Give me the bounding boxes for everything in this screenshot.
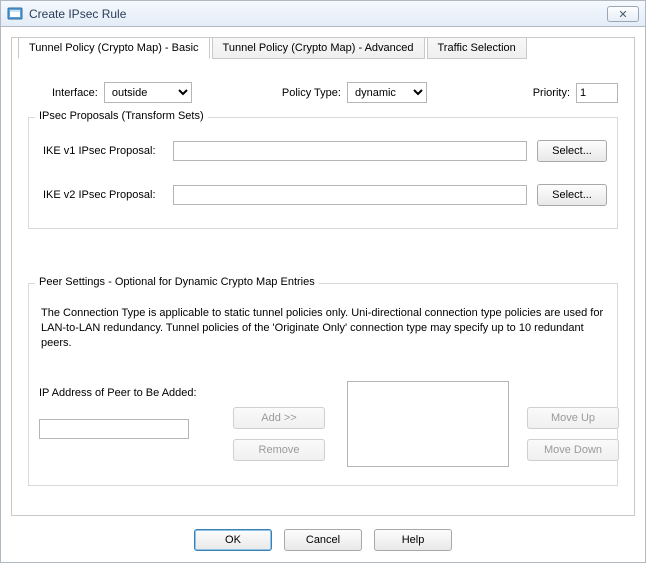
window-title: Create IPsec Rule (29, 7, 126, 21)
help-button[interactable]: Help (374, 529, 452, 551)
tabpage-basic: Interface: outside Policy Type: dynamic … (12, 60, 634, 515)
dialog-button-row: OK Cancel Help (1, 526, 645, 554)
tab-traffic-selection[interactable]: Traffic Selection (427, 37, 527, 59)
cancel-button[interactable]: Cancel (284, 529, 362, 551)
ike-v1-label: IKE v1 IPsec Proposal: (39, 145, 163, 157)
close-icon: ✕ (618, 8, 627, 21)
remove-peer-button[interactable]: Remove (233, 439, 325, 461)
priority-label: Priority: (533, 87, 570, 99)
app-icon (7, 6, 23, 22)
title-bar: Create IPsec Rule ✕ (1, 1, 645, 27)
group-proposals: IPsec Proposals (Transform Sets) IKE v1 … (28, 117, 618, 229)
top-fields-row: Interface: outside Policy Type: dynamic … (28, 82, 618, 103)
peer-listbox[interactable] (347, 381, 509, 467)
ike-v2-label: IKE v2 IPsec Proposal: (39, 189, 163, 201)
peer-legend: Peer Settings - Optional for Dynamic Cry… (35, 276, 319, 288)
ike-v2-proposal-input[interactable] (173, 185, 527, 205)
close-button[interactable]: ✕ (607, 6, 639, 22)
peer-description: The Connection Type is applicable to sta… (41, 306, 605, 351)
proposals-legend: IPsec Proposals (Transform Sets) (35, 110, 208, 122)
tab-advanced[interactable]: Tunnel Policy (Crypto Map) - Advanced (212, 37, 425, 59)
tab-basic[interactable]: Tunnel Policy (Crypto Map) - Basic (18, 37, 210, 59)
peer-edit-area: IP Address of Peer to Be Added: Add >> R… (39, 387, 607, 467)
interface-select[interactable]: outside (104, 82, 192, 103)
peer-ip-input[interactable] (39, 419, 189, 439)
ok-button[interactable]: OK (194, 529, 272, 551)
priority-input[interactable] (576, 83, 618, 103)
tab-strip: Tunnel Policy (Crypto Map) - Basic Tunne… (18, 37, 527, 59)
move-down-button[interactable]: Move Down (527, 439, 619, 461)
move-up-button[interactable]: Move Up (527, 407, 619, 429)
add-peer-button[interactable]: Add >> (233, 407, 325, 429)
policy-type-select[interactable]: dynamic (347, 82, 427, 103)
dialog-window: Create IPsec Rule ✕ Tunnel Policy (Crypt… (0, 0, 646, 563)
policy-type-label: Policy Type: (282, 87, 341, 99)
ike-v2-select-button[interactable]: Select... (537, 184, 607, 206)
interface-label: Interface: (52, 87, 98, 99)
group-peer-settings: Peer Settings - Optional for Dynamic Cry… (28, 283, 618, 486)
dialog-client-area: Tunnel Policy (Crypto Map) - Basic Tunne… (11, 37, 635, 516)
ike-v1-proposal-input[interactable] (173, 141, 527, 161)
ike-v1-select-button[interactable]: Select... (537, 140, 607, 162)
peer-ip-label: IP Address of Peer to Be Added: (39, 387, 219, 399)
